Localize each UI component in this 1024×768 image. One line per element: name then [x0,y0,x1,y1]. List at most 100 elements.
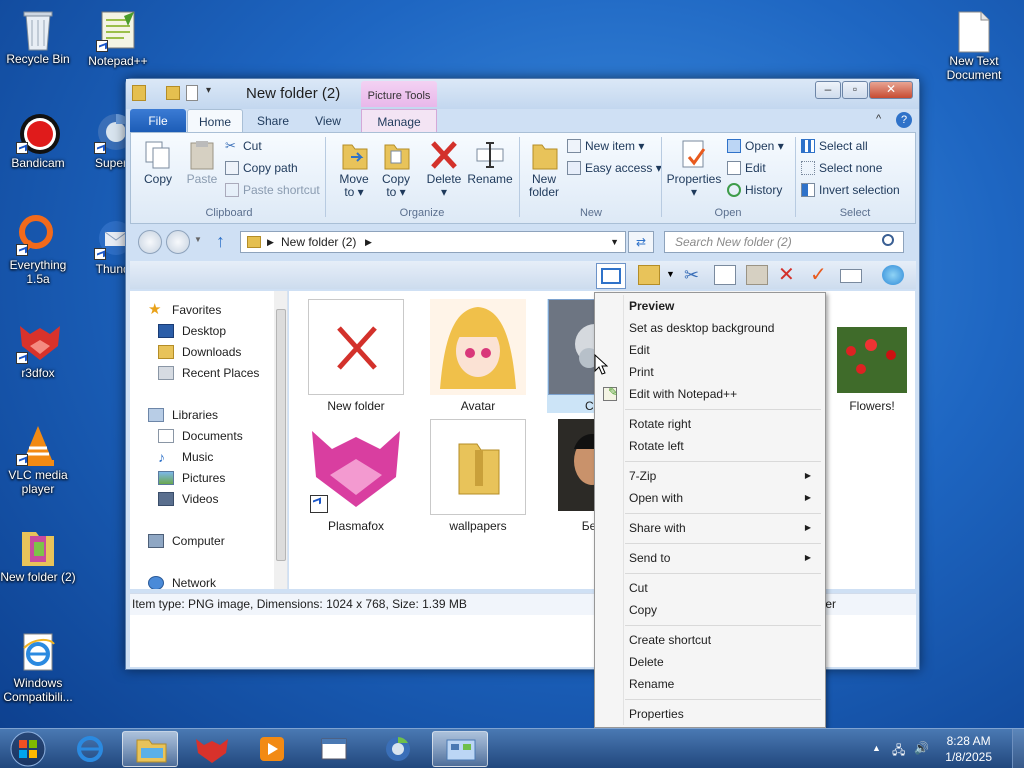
refresh-button[interactable]: ⇄ [628,231,654,253]
new-folder-toolbar-icon[interactable] [638,265,660,285]
taskbar-window-app[interactable] [306,731,362,767]
desktop-icon-windows-compat[interactable]: Windows Compatibili... [0,632,76,704]
forward-button[interactable] [166,230,190,254]
desktop-icon-new-folder-2[interactable]: New folder (2) [0,526,76,584]
menu-item-delete[interactable]: Delete [597,651,823,673]
desktop-icon-notepadpp[interactable]: Notepad++ [80,10,156,68]
desktop-icon-new-text-document[interactable]: New Text Document [936,10,1012,82]
cut-button[interactable]: ✂ Cut [225,137,262,155]
nav-computer[interactable]: Computer [148,532,225,550]
nav-music[interactable]: ♪ Music [158,448,213,466]
taskbar-file-explorer[interactable] [122,731,178,767]
desktop-icon-bandicam[interactable]: Bandicam [0,112,76,170]
breadcrumb[interactable]: New folder (2) [281,235,356,249]
help-icon[interactable]: ? [896,112,912,128]
quick-access-folder-icon[interactable] [166,86,180,100]
taskbar-r3dfox[interactable] [184,731,240,767]
select-all-button[interactable]: Select all [801,137,868,155]
move-to-button[interactable]: Move to ▾ [333,139,375,199]
search-icon[interactable] [882,234,894,246]
desktop-icon-r3dfox[interactable]: r3dfox [0,322,76,380]
tab-home[interactable]: Home [187,109,243,133]
title-bar[interactable]: ▾ New folder (2) Picture Tools – ▫ ✕ [126,79,919,109]
menu-item-rename[interactable]: Rename [597,673,823,695]
menu-item-set-desktop-background[interactable]: Set as desktop background [597,317,823,339]
copy-path-button[interactable]: Copy path [225,159,298,177]
paste-toolbar-icon[interactable] [746,265,768,285]
tab-manage[interactable]: Manage [361,109,437,133]
quick-access-dropdown-icon[interactable]: ▾ [206,85,211,96]
file-item-new-folder[interactable]: New folder [307,299,405,413]
network-tray-icon[interactable]: 🖧 [892,741,905,762]
nav-videos[interactable]: Videos [158,490,218,508]
minimize-button[interactable]: – [815,81,841,99]
easy-access-button[interactable]: Easy access ▾ [567,159,662,177]
desktop-icon-vlc[interactable]: VLC media player [0,424,76,496]
clock[interactable]: 8:28 AM 1/8/2025 [945,733,992,765]
nav-pictures[interactable]: Pictures [158,469,225,487]
file-item-avatar[interactable]: Avatar [429,299,527,413]
start-button[interactable] [2,729,54,768]
menu-item-preview[interactable]: Preview [597,295,823,317]
nav-recent-places[interactable]: Recent Places [158,364,259,382]
paste-shortcut-button[interactable]: Paste shortcut [225,181,320,199]
back-button[interactable] [138,230,162,254]
delete-toolbar-icon[interactable]: ✕ [778,265,800,285]
menu-item-7zip[interactable]: 7-Zip ▶ [597,465,823,487]
search-input[interactable]: Search New folder (2) [664,231,904,253]
copy-toolbar-icon[interactable] [714,265,736,285]
volume-tray-icon[interactable]: 🔊 [914,741,929,755]
rename-toolbar-icon[interactable] [840,269,862,283]
close-button[interactable]: ✕ [869,81,913,99]
menu-item-share-with[interactable]: Share with ▶ [597,517,823,539]
cut-toolbar-icon[interactable]: ✂ [684,265,706,285]
new-item-button[interactable]: New item ▾ [567,137,644,155]
copy-button[interactable]: Copy [137,139,179,186]
edit-button[interactable]: Edit [727,159,766,177]
recent-locations-dropdown[interactable]: ▼ [194,235,202,244]
rename-button[interactable]: Rename [467,139,513,186]
desktop-icon-everything[interactable]: Everything 1.5a [0,214,76,286]
preview-pane-button[interactable] [596,263,626,289]
taskbar-control-panel[interactable] [432,731,488,767]
file-item-plasmafox[interactable]: Plasmafox [307,419,405,533]
copy-to-button[interactable]: Copy to ▾ [375,139,417,199]
taskbar-browser[interactable] [370,731,426,767]
ribbon-collapse-icon[interactable]: ^ [876,113,881,125]
quick-access-properties-icon[interactable] [186,85,198,101]
select-none-button[interactable]: Select none [801,159,882,177]
tab-view[interactable]: View [302,109,354,133]
maximize-button[interactable]: ▫ [842,81,868,99]
delete-button[interactable]: Delete ▾ [423,139,465,199]
nav-favorites[interactable]: ★ Favorites [148,301,221,319]
tab-share[interactable]: Share [246,109,300,133]
desktop-icon-recycle-bin[interactable]: Recycle Bin [0,8,76,66]
taskbar-media-player[interactable] [244,731,300,767]
nav-desktop[interactable]: Desktop [158,322,226,340]
menu-item-edit-with-notepadpp[interactable]: ✎ Edit with Notepad++ [597,383,823,405]
tab-file[interactable]: File [130,109,186,133]
menu-item-cut[interactable]: Cut [597,577,823,599]
address-dropdown-icon[interactable]: ▼ [610,232,619,252]
properties-button[interactable]: Properties ▾ [665,139,723,199]
breadcrumb-separator-icon[interactable]: ▶ [365,232,372,252]
nav-downloads[interactable]: Downloads [158,343,241,361]
paste-button[interactable]: Paste [181,139,223,186]
address-box[interactable]: ▶ New folder (2) ▶ ▼ [240,231,626,253]
menu-item-rotate-left[interactable]: Rotate left [597,435,823,457]
toolbar-dropdown-icon[interactable]: ▼ [666,269,675,279]
properties-toolbar-icon[interactable]: ✓ [810,265,832,285]
show-desktop-button[interactable] [1012,729,1024,768]
menu-item-send-to[interactable]: Send to ▶ [597,547,823,569]
breadcrumb-separator-icon[interactable]: ▶ [267,232,274,252]
menu-item-copy[interactable]: Copy [597,599,823,621]
globe-toolbar-icon[interactable] [882,265,904,285]
up-arrow-icon[interactable]: ↑ [216,231,225,252]
tray-overflow-icon[interactable]: ▲ [872,743,881,753]
menu-item-create-shortcut[interactable]: Create shortcut [597,629,823,651]
new-folder-button[interactable]: New folder [523,139,565,199]
nav-scrollbar[interactable] [274,291,287,589]
menu-item-properties[interactable]: Properties [597,703,823,725]
menu-item-print[interactable]: Print [597,361,823,383]
file-item-wallpapers[interactable]: wallpapers [429,419,527,533]
